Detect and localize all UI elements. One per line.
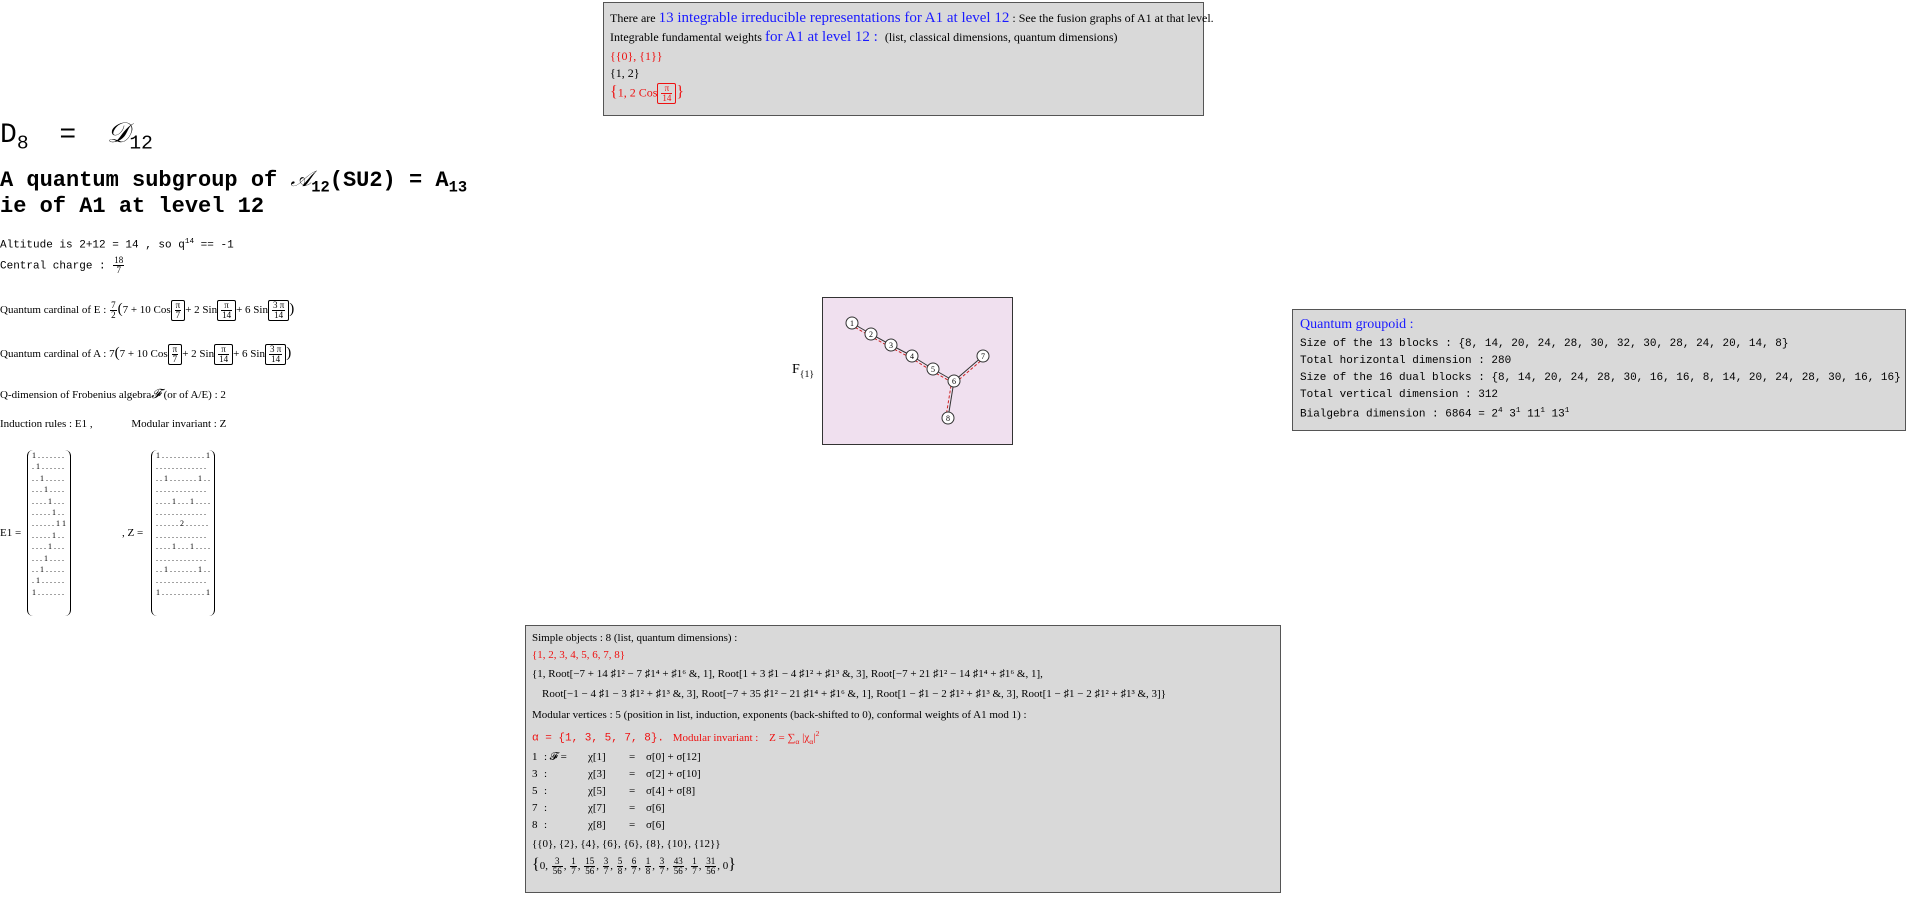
conformal-weight: 43 56 (672, 855, 684, 876)
e1-matrix-row: . 1 . . . . . . (32, 576, 64, 586)
central-charge-line: Central charge : 18 7 (0, 255, 125, 275)
e1-matrix-row: . . 1 . . . . . (32, 473, 64, 483)
z-matrix-row: 1 . . . . . . . . . . . 1 (156, 587, 210, 597)
weights-link[interactable]: for A1 at level 12 : (765, 29, 878, 45)
z-matrix-row: 1 . . . . . . . . . . . 1 (156, 451, 210, 460)
conformal-weight: 18 (644, 855, 652, 876)
z-label: , Z = (122, 527, 144, 539)
simple-objects-list: {1, 2, 3, 4, 5, 6, 7, 8} (532, 649, 626, 661)
conformal-weight: 67 (630, 855, 638, 876)
top-info-box: There are 13 integrable irreducible repr… (603, 2, 1214, 116)
graph-label: F{1} (792, 362, 815, 380)
conformal-weight: 37 (602, 855, 610, 876)
z-matrix-row: . . 1 . . . . . . . 1 . . (156, 473, 210, 483)
graph-node-label: 6 (952, 377, 956, 386)
e1-matrix-row: . 1 . . . . . . (32, 462, 64, 472)
quantum-dimensions: {1, 2 Cos π 14} (610, 83, 685, 104)
quantum-dimensions-line-1: {1, Root[−7 + 14 ♯1² − 7 ♯1⁴ + ♯1⁶ &, 1]… (532, 668, 1043, 680)
top-line-2: Integrable fundamental weights for A1 at… (610, 29, 1117, 46)
conformal-weights: {0, 3 56, 17, 15 56, 37, 58, 67, 18, 37, 4… (532, 855, 736, 876)
e1-matrix-row: . . . 1 . . . . (32, 485, 64, 495)
page-subtitle: A quantum subgroup of 𝒜12(SU2) = A13 (0, 166, 468, 197)
modular-vertices-heading: Modular vertices : 5 (position in list, … (532, 709, 1027, 721)
graph-node-label: 2 (869, 330, 873, 339)
page-subtitle-2: ie of A1 at level 12 (0, 194, 265, 219)
e1-matrix-row: . . . . . 1 . . (32, 508, 64, 518)
altitude-line: Altitude is 2+12 = 14 , so q14 == -1 (0, 238, 234, 252)
e1-matrix-row: 1 . . . . . . . (32, 587, 64, 597)
quantum-groupoid-box: Quantum groupoid : Size of the 13 blocks… (1292, 309, 1906, 431)
quantum-dimensions-line-2: Root[−1 − 4 ♯1 − 3 ♯1² + ♯1³ &, 3], Root… (542, 688, 1166, 700)
reps-suffix: : See the fusion graphs of A1 at that le… (1012, 11, 1214, 25)
simple-objects-heading: Simple objects : 8 (list, quantum dimens… (532, 632, 738, 644)
fusion-graph-svg: 1 2 3 4 5 6 7 8 (823, 298, 1012, 444)
quantum-cardinal-a: Quantum cardinal of A : 7(7 + 10 Cos π 7 + … (0, 344, 292, 365)
graph-node-label: 5 (931, 365, 935, 374)
q-dimension-line: Q-dimension of Frobenius algebra𝓕 (or of… (0, 386, 226, 401)
groupoid-dual-blocks: Size of the 16 dual blocks : {8, 14, 20,… (1300, 372, 1901, 384)
groupoid-blocks: Size of the 13 blocks : {8, 14, 20, 24, … (1300, 338, 1789, 350)
weights-list: {{0}, {1}} (610, 49, 663, 63)
conformal-weight: 37 (658, 855, 666, 876)
modular-invariant-line: α = {1, 3, 5, 7, 8}. Modular invariant :… (532, 729, 820, 746)
z-matrix-row: . . . . . . . . . . . . . (156, 485, 206, 495)
graph-node-label: 7 (981, 352, 985, 361)
e1-matrix-row: . . . . . 1 . . (32, 530, 64, 540)
graph-node-label: 3 (889, 341, 893, 350)
quantum-cardinal-e: Quantum cardinal of E : 7 2 (7 + 10 Cos π 7 +… (0, 300, 295, 321)
conformal-weight: 17 (691, 855, 698, 876)
z-matrix-row: . . . . 1 . . . 1 . . . . (156, 496, 210, 506)
graph-node-label: 4 (910, 352, 914, 361)
e1-matrix-row: . . . . . . 1 1 (32, 519, 66, 529)
weights-prefix: Integrable fundamental weights (610, 30, 762, 44)
z-matrix-row: . . 1 . . . . . . . 1 . . (156, 565, 210, 575)
groupoid-vertical: Total vertical dimension : 312 (1300, 389, 1499, 401)
reps-prefix: There are (610, 11, 656, 25)
z-matrix: 1 . . . . . . . . . . . 1. . . . . . . .… (151, 450, 215, 616)
e1-matrix-row: . . . . 1 . . . (32, 542, 64, 552)
graph-node-label: 1 (850, 319, 854, 328)
e1-label: E1 = (0, 527, 22, 539)
z-matrix-row: . . . . . . 2 . . . . . . (156, 519, 208, 529)
conformal-weight: 17 (570, 855, 577, 876)
exponents-list: {{0}, {2}, {4}, {6}, {6}, {8}, {10}, {12… (532, 838, 721, 850)
e1-matrix: 1 . . . . . . .. 1 . . . . . .. . 1 . . … (27, 450, 71, 616)
induction-rules-line: Induction rules : E1 , Modular invariant… (0, 418, 227, 430)
top-line-1: There are 13 integrable irreducible repr… (610, 10, 1214, 27)
classical-dimensions: {1, 2} (610, 66, 640, 80)
simple-objects-box: Simple objects : 8 (list, quantum dimens… (525, 625, 1281, 893)
groupoid-bialgebra: Bialgebra dimension : 6864 = 24 31 111 1… (1300, 407, 1570, 421)
graph-node-label: 8 (946, 414, 950, 423)
groupoid-horizontal: Total horizontal dimension : 280 (1300, 355, 1512, 367)
z-matrix-row: . . . . . . . . . . . . . (156, 462, 206, 472)
conformal-weight: 58 (616, 855, 624, 876)
reps-link[interactable]: 13 integrable irreducible representation… (659, 10, 1010, 26)
e1-matrix-row: . . . . 1 . . . (32, 496, 64, 506)
groupoid-title: Quantum groupoid : (1300, 317, 1414, 332)
conformal-weight: 31 56 (705, 855, 717, 876)
weights-suffix: (list, classical dimensions, quantum dim… (884, 30, 1118, 44)
conformal-weight: 3 56 (551, 855, 563, 876)
z-matrix-row: . . . . . . . . . . . . . (156, 553, 206, 563)
conformal-weight: 15 56 (584, 855, 596, 876)
e1-matrix-row: . . . 1 . . . . (32, 553, 64, 563)
z-matrix-row: . . . . 1 . . . 1 . . . . (156, 542, 210, 552)
z-matrix-row: . . . . . . . . . . . . . (156, 530, 206, 540)
z-matrix-row: . . . . . . . . . . . . . (156, 508, 206, 518)
e1-matrix-row: 1 . . . . . . . (32, 451, 64, 460)
fusion-graph: 1 2 3 4 5 6 7 8 (822, 297, 1013, 445)
page-title: D8 = 𝒟12 (0, 118, 153, 155)
e1-matrix-row: . . 1 . . . . . (32, 565, 64, 575)
z-matrix-row: . . . . . . . . . . . . . (156, 576, 206, 586)
